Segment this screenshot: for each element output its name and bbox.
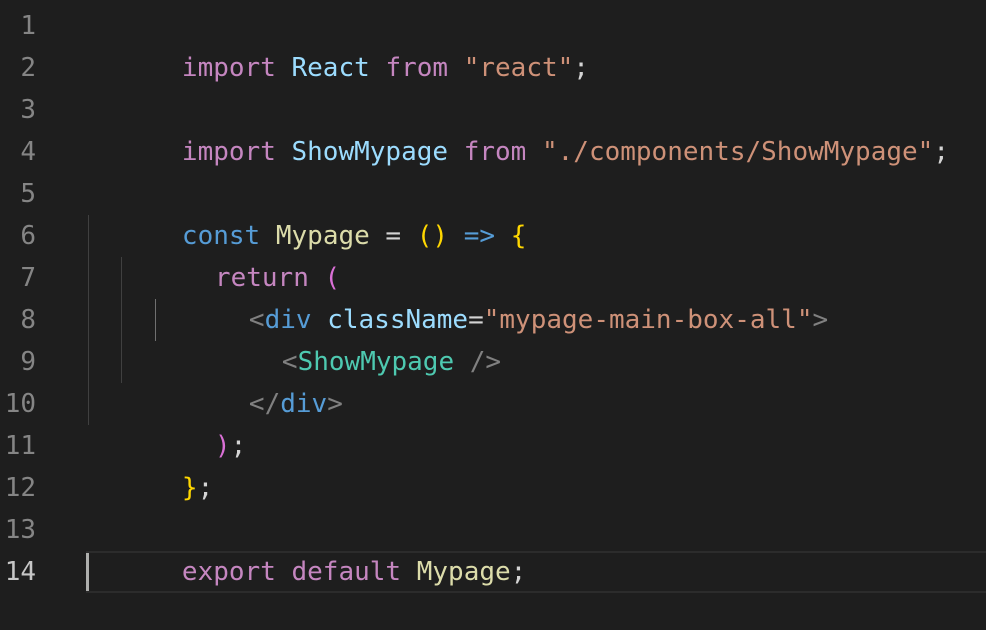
closing-tag-open: </ <box>248 389 281 419</box>
semicolon: ; <box>230 431 247 461</box>
arrow-operator: => <box>463 221 496 251</box>
identifier: React <box>291 53 370 83</box>
code-line-3[interactable]: import ShowMypage from "./components/Sho… <box>88 89 949 167</box>
code-line-7[interactable]: <div className="mypage-main-box-all"> <box>155 257 828 335</box>
code-line-10[interactable]: ); <box>121 383 246 461</box>
attribute-value: "mypage-main-box-all" <box>483 305 813 335</box>
keyword-default: default <box>291 557 402 587</box>
close-brace: } <box>181 473 198 503</box>
keyword-export: export <box>181 557 276 587</box>
keyword-from: from <box>385 53 449 83</box>
keyword-import: import <box>181 53 276 83</box>
tag-close-bracket: > <box>812 305 829 335</box>
string-literal: "./components/ShowMypage" <box>541 137 934 167</box>
code-editor[interactable]: 1 2 3 4 5 6 7 8 9 10 11 12 13 14 import … <box>0 0 986 630</box>
string-literal: "react" <box>463 53 574 83</box>
keyword-import: import <box>181 137 276 167</box>
code-line-8[interactable]: <ShowMypage /> <box>188 299 501 377</box>
code-line-13[interactable]: export default Mypage; <box>88 509 526 587</box>
self-closing-bracket: /> <box>454 347 502 377</box>
code-line-5[interactable]: const Mypage = () => { <box>88 173 526 251</box>
identifier: ShowMypage <box>291 137 449 167</box>
code-line-1[interactable]: import React from "react"; <box>88 5 589 83</box>
code-line-11[interactable]: }; <box>88 425 213 503</box>
equals-operator: = <box>369 221 417 251</box>
semicolon: ; <box>197 473 214 503</box>
tag-name: div <box>280 389 328 419</box>
parentheses: () <box>416 221 449 251</box>
semicolon: ; <box>933 137 949 167</box>
close-paren: ) <box>214 431 231 461</box>
semicolon: ; <box>573 53 589 83</box>
identifier: Mypage <box>416 557 511 587</box>
keyword-from: from <box>463 137 527 167</box>
code-line-6[interactable]: return ( <box>121 215 340 293</box>
semicolon: ; <box>510 557 527 587</box>
open-brace: { <box>510 221 527 251</box>
code-area[interactable]: import React from "react"; import ShowMy… <box>0 0 986 630</box>
tag-close-bracket: > <box>327 389 343 419</box>
code-line-9[interactable]: </div> <box>155 341 343 419</box>
